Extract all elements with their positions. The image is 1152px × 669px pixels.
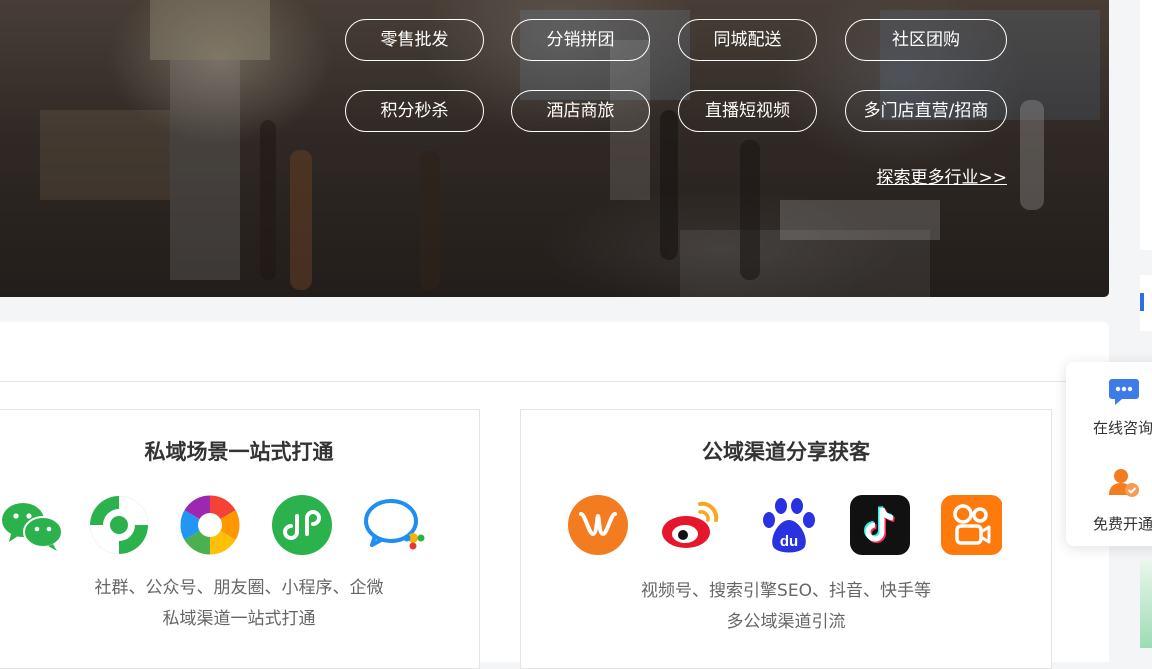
right-edge-tab [1140, 275, 1152, 331]
active-indicator [1140, 293, 1144, 311]
industry-pill-hotel-travel[interactable]: 酒店商旅 [511, 90, 650, 132]
industry-pill-live-video[interactable]: 直播短视频 [678, 90, 817, 132]
online-consult-label: 在线咨询 [1093, 419, 1152, 437]
floating-contact-bar: 在线咨询 免费开通 [1066, 362, 1152, 546]
card-desc-line2: 私域渠道一站式打通 [162, 609, 316, 629]
industry-pill-distribution[interactable]: 分销拼团 [511, 19, 650, 61]
aperture-icon [179, 494, 241, 556]
card-title: 私域场景一站式打通 [144, 440, 334, 464]
card-title: 公域渠道分享获客 [702, 440, 870, 464]
industry-pill-community-group[interactable]: 社区团购 [845, 19, 1007, 61]
industry-pill-points-flash-sale[interactable]: 积分秒杀 [345, 90, 484, 132]
wecom-icon [364, 499, 425, 550]
public-domain-card: 公域渠道分享获客 du 视频号、搜索引擎SEO、抖音、快手等 多公域渠道引流 [520, 409, 1052, 669]
industry-pill-local-delivery[interactable]: 同城配送 [678, 19, 817, 61]
right-edge-decoration [1140, 560, 1152, 648]
moments-logo-icon [90, 496, 148, 554]
private-domain-card: 私域场景一站式打通 社群、公众号、朋友圈、小程序、企微 私域渠道一站式打通 [0, 409, 480, 669]
chat-bubble-icon [1109, 379, 1139, 405]
svg-text:du: du [780, 533, 798, 550]
baidu-icon: du [763, 498, 815, 553]
free-trial-button[interactable]: 免费开通 [1066, 464, 1152, 544]
panel-divider [0, 381, 1109, 382]
mini-program-icon [272, 495, 332, 555]
wechat-icon [2, 503, 63, 551]
douyin-icon [850, 495, 910, 555]
industry-pill-multi-store[interactable]: 多门店直营/招商 [845, 90, 1007, 132]
explore-more-industries-link[interactable]: 探索更多行业>> [866, 163, 1008, 188]
user-check-icon [1109, 469, 1139, 497]
industry-pill-retail[interactable]: 零售批发 [345, 19, 484, 61]
online-consult-button[interactable]: 在线咨询 [1066, 374, 1152, 454]
free-trial-label: 免费开通 [1093, 515, 1152, 533]
kuaishou-icon [941, 495, 1002, 555]
card-desc-line1: 社群、公众号、朋友圈、小程序、企微 [94, 578, 384, 598]
video-account-icon [568, 495, 628, 555]
hero-banner: 零售批发 分销拼团 同城配送 社区团购 积分秒杀 酒店商旅 直播短视频 多门店直… [0, 0, 1109, 297]
weibo-icon [662, 501, 719, 548]
features-panel: 私域场景一站式打通 社群、公众号、朋友圈、小程序、企微 私域渠道一站式打通 公域… [0, 322, 1109, 669]
card-desc-line2: 多公域渠道引流 [726, 612, 846, 632]
right-edge-panel [1140, 0, 1152, 250]
card-desc-line1: 视频号、搜索引擎SEO、抖音、快手等 [641, 581, 931, 601]
